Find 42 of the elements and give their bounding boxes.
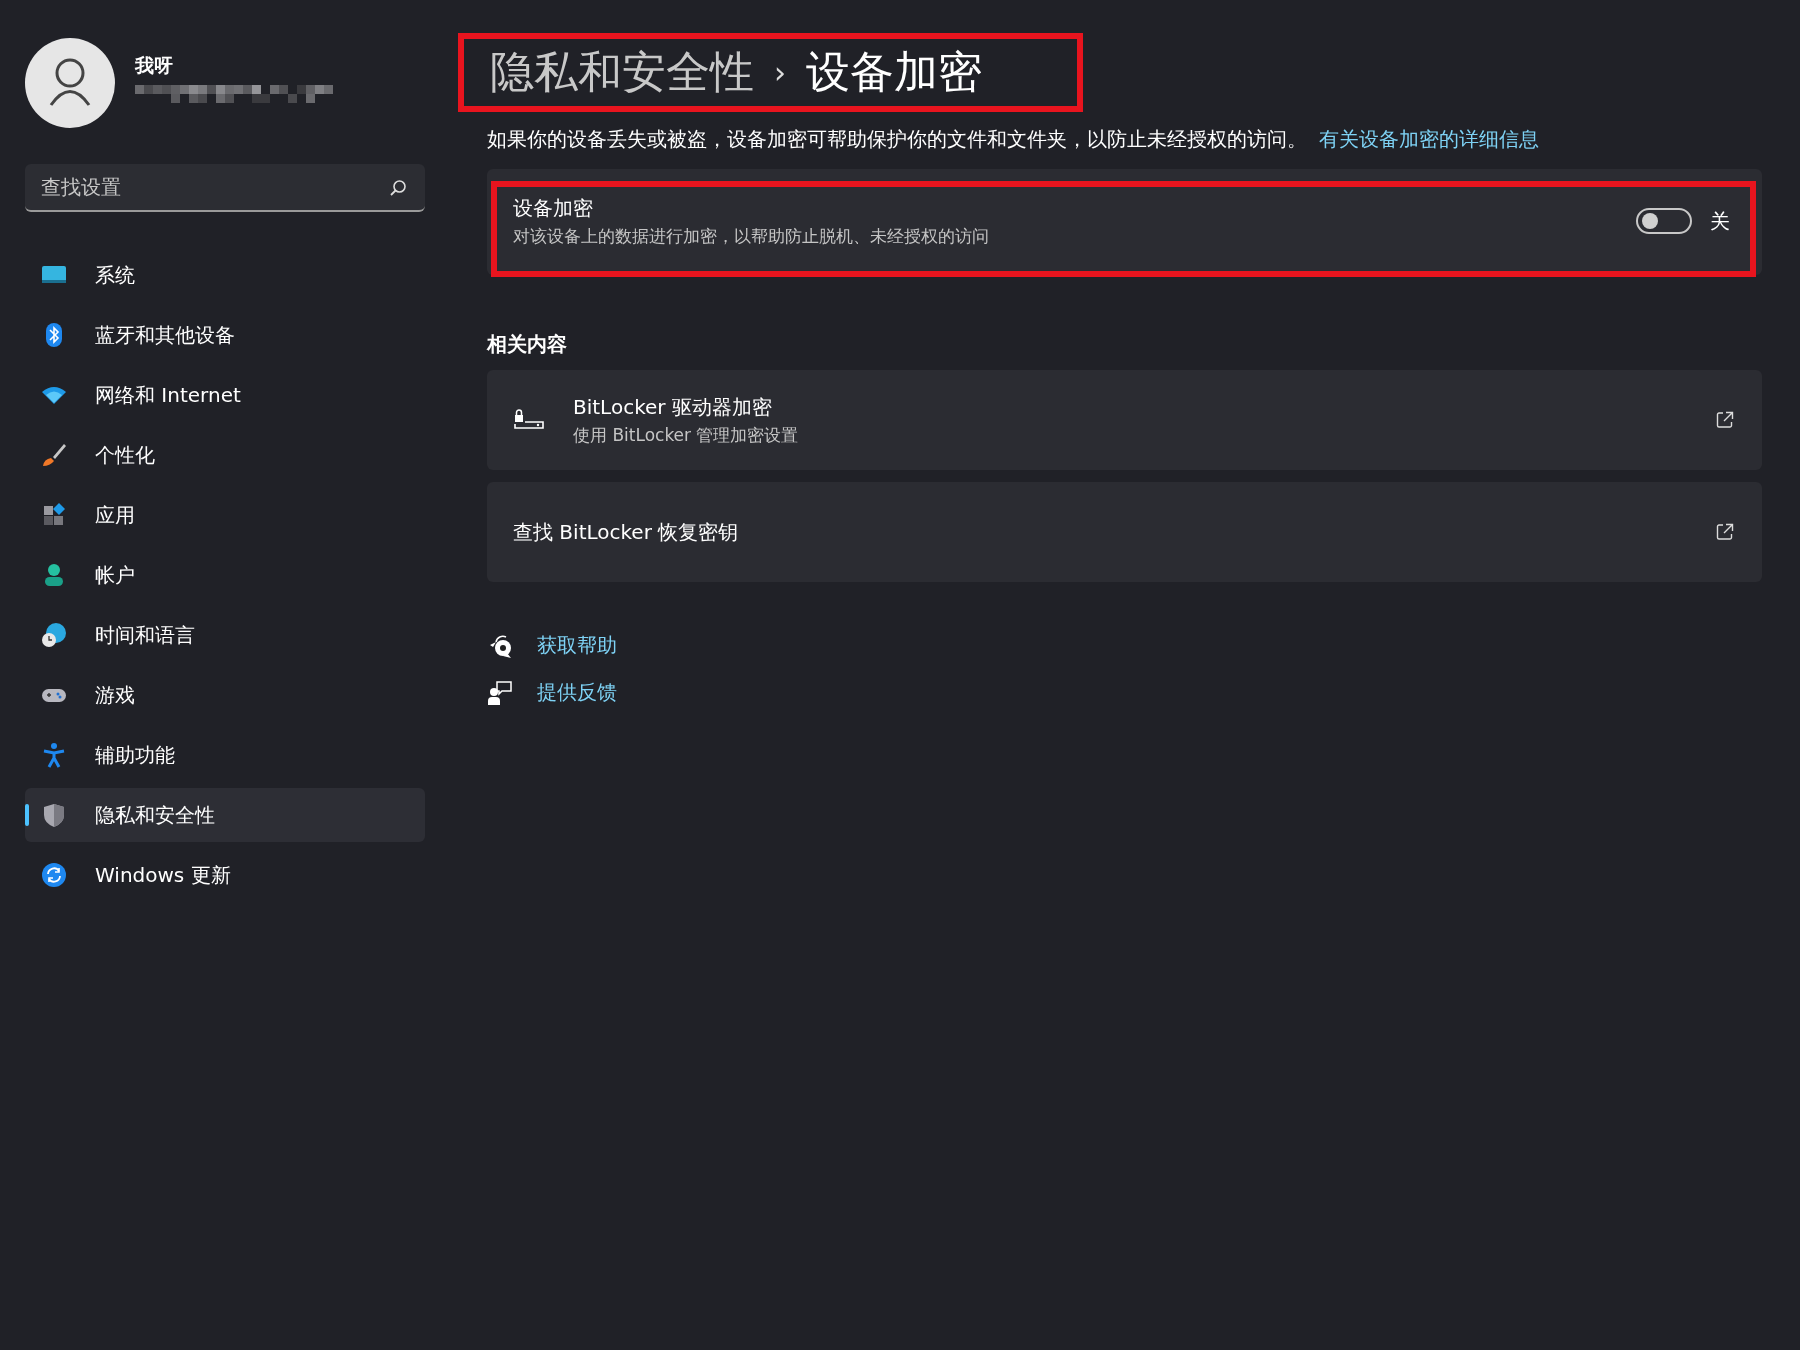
link-title: BitLocker 驱动器加密	[573, 393, 773, 421]
page-title: 设备加密	[806, 45, 982, 99]
external-link-icon	[1716, 523, 1734, 541]
description-text: 如果你的设备丢失或被盗，设备加密可帮助保护你的文件和文件夹，以防止未经授权的访问。	[487, 126, 1307, 153]
search-field[interactable]: 查找设置	[25, 164, 425, 212]
help-link[interactable]: 提供反馈	[537, 679, 617, 706]
feedback-person-icon	[487, 679, 513, 706]
setting-title: 设备加密	[513, 194, 594, 222]
lock-drive-icon	[513, 409, 545, 431]
help-link[interactable]: 获取帮助	[537, 632, 617, 659]
breadcrumb-separator: ›	[774, 55, 786, 90]
sidebar-item[interactable]: 个性化	[25, 428, 425, 482]
sidebar-item[interactable]: 时间和语言	[25, 608, 425, 662]
sidebar-item[interactable]: 隐私和安全性	[25, 788, 425, 842]
sidebar-item[interactable]: 辅助功能	[25, 728, 425, 782]
brush-icon	[41, 442, 67, 468]
toggle-switch[interactable]	[1636, 208, 1692, 234]
sidebar-item[interactable]: Windows 更新	[25, 848, 425, 902]
breadcrumb-link[interactable]: 隐私和安全性	[490, 43, 754, 102]
sidebar-item[interactable]: 游戏	[25, 668, 425, 722]
sidebar-item[interactable]: 帐户	[25, 548, 425, 602]
link-title: 查找 BitLocker 恢复密钥	[513, 518, 740, 546]
sidebar-item[interactable]: 应用	[25, 488, 425, 542]
section-heading: 相关内容	[487, 331, 568, 358]
sidebar-item[interactable]: 系统	[25, 248, 425, 302]
user-name: 我呀	[135, 53, 174, 78]
sidebar-item[interactable]: 蓝牙和其他设备	[25, 308, 425, 362]
external-link-icon	[1716, 411, 1734, 429]
update-icon	[41, 862, 67, 888]
shield-icon	[41, 802, 67, 828]
toggle-state-label: 关	[1710, 207, 1730, 235]
setting-description: 对该设备上的数据进行加密，以帮助防止脱机、未经授权的访问	[513, 224, 990, 248]
avatar-icon	[25, 38, 115, 128]
link-card[interactable]: BitLocker 驱动器加密 使用 BitLocker 管理加密设置	[487, 370, 1762, 470]
link-card[interactable]: 查找 BitLocker 恢复密钥	[487, 482, 1762, 582]
globe-icon	[41, 622, 67, 648]
accessibility-icon	[41, 742, 67, 768]
link-description: 使用 BitLocker 管理加密设置	[573, 423, 800, 447]
apps-icon	[41, 502, 67, 528]
details-link[interactable]: 有关设备加密的详细信息	[1319, 126, 1539, 153]
search-icon	[389, 179, 407, 197]
sidebar-item[interactable]: 网络和 Internet	[25, 368, 425, 422]
